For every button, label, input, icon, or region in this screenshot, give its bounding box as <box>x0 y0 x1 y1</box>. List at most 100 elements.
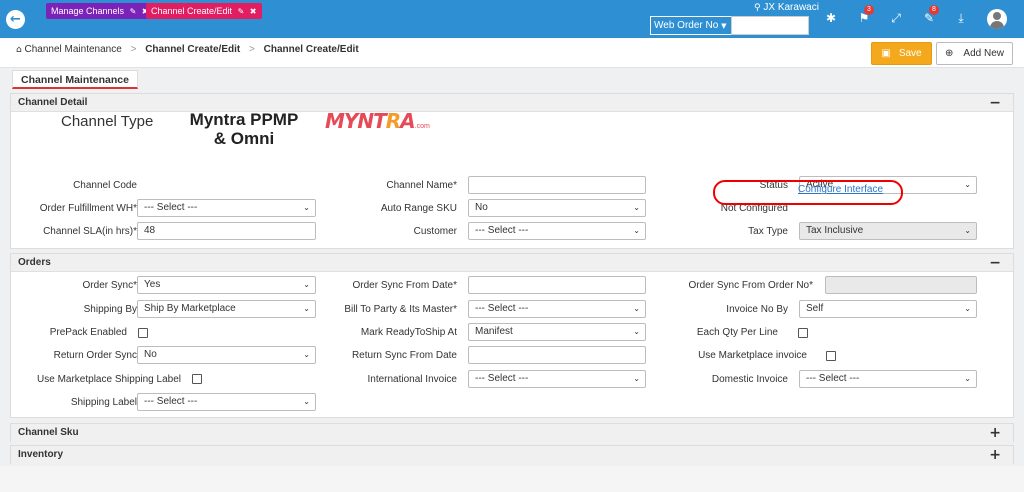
mark-ready-to-ship-label: Mark ReadyToShip At <box>360 327 457 338</box>
search-scope-label: Web Order No <box>654 20 719 31</box>
channel-sla-input[interactable]: 48 <box>137 222 316 240</box>
collapse-icon[interactable]: − <box>989 94 1001 112</box>
select-value: No <box>475 202 488 213</box>
global-search: Web Order No ▼ <box>650 16 809 35</box>
breadcrumb-home[interactable]: Channel Maintenance <box>25 44 122 55</box>
user-avatar-icon[interactable] <box>987 9 1007 29</box>
channel-name-input[interactable] <box>468 176 646 194</box>
pin-icon[interactable]: ✎ <box>130 7 137 16</box>
mark-ready-to-ship-select[interactable]: Manifest ⌄ <box>468 323 646 341</box>
channel-code-label: Channel Code <box>73 180 137 191</box>
logo-suffix: .com <box>414 123 430 130</box>
breadcrumb-item[interactable]: Channel Create/Edit <box>145 44 240 55</box>
invoice-no-by-label: Invoice No By <box>726 304 788 315</box>
invoice-no-by-select[interactable]: Self ⌄ <box>799 300 977 318</box>
return-sync-from-date-label: Return Sync From Date <box>351 350 457 361</box>
chevron-down-icon: ⌄ <box>303 397 310 406</box>
return-order-sync-label: Return Order Sync <box>53 350 137 361</box>
expand-icon[interactable]: + <box>989 446 1001 464</box>
order-fulfillment-wh-select[interactable]: --- Select --- ⌄ <box>137 199 316 217</box>
back-arrow-icon[interactable]: ← <box>6 10 25 29</box>
order-sync-from-order-no-input[interactable] <box>825 276 977 294</box>
flag-badge: 3 <box>864 5 874 15</box>
international-invoice-label: International Invoice <box>367 374 457 385</box>
breadcrumb-separator: > <box>249 44 255 55</box>
each-qty-per-line-checkbox[interactable] <box>798 328 808 338</box>
select-value: --- Select --- <box>144 202 198 213</box>
search-input[interactable] <box>731 16 809 35</box>
search-scope-select[interactable]: Web Order No ▼ <box>650 16 731 35</box>
use-marketplace-shipping-label-checkbox[interactable] <box>192 374 202 384</box>
international-invoice-select[interactable]: --- Select --- ⌄ <box>468 370 646 388</box>
chevron-down-icon: ⌄ <box>964 226 971 235</box>
download-icon[interactable]: ⤓ <box>953 11 969 26</box>
use-marketplace-shipping-label-label: Use Marketplace Shipping Label <box>37 374 181 385</box>
tab-channel-maintenance[interactable]: Channel Maintenance <box>12 70 138 89</box>
chevron-down-icon: ⌄ <box>633 374 640 383</box>
order-sync-select[interactable]: Yes ⌄ <box>137 276 316 294</box>
pin-icon[interactable]: ✎ <box>238 7 245 16</box>
domestic-invoice-select[interactable]: --- Select --- ⌄ <box>799 370 977 388</box>
logo-text: R <box>385 109 401 133</box>
close-icon[interactable]: ✖ <box>250 7 257 16</box>
gear-icon[interactable]: ✱ <box>823 11 839 25</box>
panel-title: Inventory <box>18 449 64 460</box>
collapse-icon[interactable]: − <box>989 254 1001 272</box>
customer-label: Customer <box>413 226 457 237</box>
prepack-enabled-checkbox[interactable] <box>138 328 148 338</box>
return-order-sync-select[interactable]: No ⌄ <box>137 346 316 364</box>
select-value: Self <box>806 303 824 314</box>
tab-label: Channel Create/Edit <box>151 6 233 16</box>
select-value: --- Select --- <box>144 396 198 407</box>
order-sync-label: Order Sync* <box>82 280 137 291</box>
home-icon[interactable]: ⌂ <box>16 45 22 55</box>
domestic-invoice-label: Domestic Invoice <box>711 374 788 385</box>
flag-icon[interactable]: ⚑ 3 <box>856 5 874 25</box>
customer-select[interactable]: --- Select --- ⌄ <box>468 222 646 240</box>
return-sync-from-date-input[interactable] <box>468 346 646 364</box>
panel-header[interactable]: Inventory + <box>11 446 1013 464</box>
auto-range-sku-select[interactable]: No ⌄ <box>468 199 646 217</box>
location-indicator[interactable]: ⚲ JX Karawaci <box>754 2 819 13</box>
panel-title: Orders <box>18 257 51 268</box>
use-marketplace-invoice-checkbox[interactable] <box>826 351 836 361</box>
select-value: Yes <box>144 279 161 290</box>
tab-manage-channels[interactable]: Manage Channels ✎ ✖ <box>46 3 154 19</box>
channel-type-label: Channel Type <box>61 113 154 130</box>
order-fulfillment-wh-label: Order Fulfillment WH* <box>39 203 137 214</box>
tools-icon[interactable]: ✎ 8 <box>921 5 939 25</box>
select-value: --- Select --- <box>475 303 529 314</box>
bill-to-party-select[interactable]: --- Select --- ⌄ <box>468 300 646 318</box>
chevron-down-icon: ⌄ <box>303 350 310 359</box>
plus-circle-icon: ⊕ <box>945 48 954 59</box>
channel-detail-panel: Channel Detail − Channel Type Myntra PPM… <box>10 93 1014 249</box>
chevron-down-icon: ⌄ <box>303 304 310 313</box>
breadcrumb-item: Channel Create/Edit <box>263 44 359 55</box>
select-value: No <box>144 349 157 360</box>
add-new-label: Add New <box>963 48 1004 59</box>
add-new-button[interactable]: ⊕ Add New <box>936 42 1013 65</box>
tax-type-select[interactable]: Tax Inclusive ⌄ <box>799 222 977 240</box>
chevron-down-icon: ▼ <box>721 22 727 30</box>
expand-icon[interactable]: + <box>989 424 1001 442</box>
order-sync-from-date-input[interactable] <box>468 276 646 294</box>
save-button[interactable]: ▣ Save <box>871 42 932 65</box>
bill-to-party-label: Bill To Party & Its Master* <box>344 304 457 315</box>
orders-panel: Orders − Order Sync* Yes ⌄ Order Sync Fro… <box>10 253 1014 418</box>
panel-header[interactable]: Orders − <box>11 254 1013 272</box>
tools-badge: 8 <box>929 5 939 15</box>
panel-header[interactable]: Channel Detail − <box>11 94 1013 112</box>
shipping-label-select[interactable]: --- Select --- ⌄ <box>137 393 316 411</box>
tab-channel-create-edit[interactable]: Channel Create/Edit ✎ ✖ <box>146 3 262 19</box>
page-tabs: Channel Maintenance <box>10 70 1014 90</box>
top-navbar: ← Manage Channels ✎ ✖ Channel Create/Edi… <box>0 0 1024 38</box>
prepack-enabled-label: PrePack Enabled <box>49 327 127 338</box>
breadcrumb-separator: > <box>130 44 137 55</box>
expand-icon[interactable]: ⤢ <box>888 11 904 26</box>
shipping-by-label: Shipping By <box>83 304 137 315</box>
shipping-by-select[interactable]: Ship By Marketplace ⌄ <box>137 300 316 318</box>
select-value: --- Select --- <box>475 225 529 236</box>
chevron-down-icon: ⌄ <box>633 304 640 313</box>
panel-title: Channel Sku <box>18 427 79 438</box>
panel-header[interactable]: Channel Sku + <box>11 424 1013 442</box>
